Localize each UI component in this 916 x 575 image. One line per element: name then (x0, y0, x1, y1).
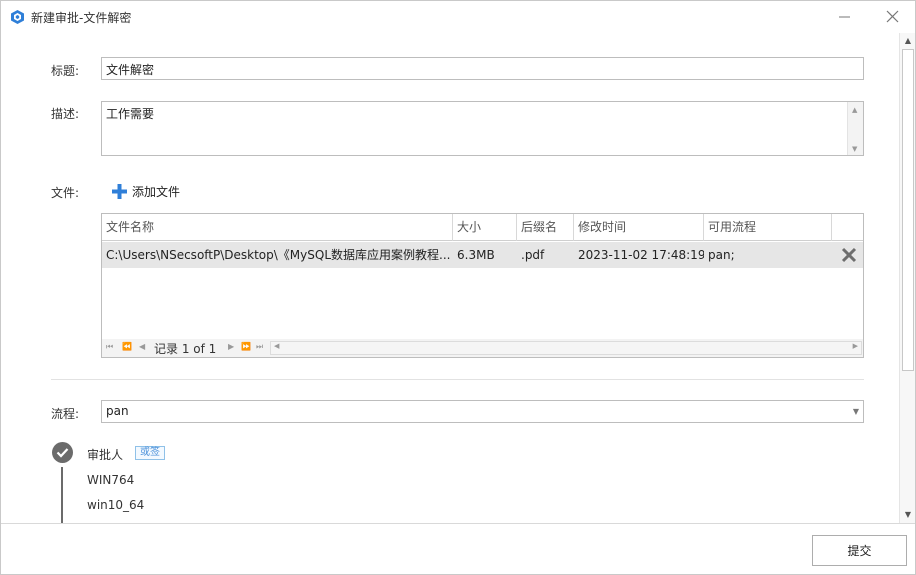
nav-next-icon[interactable]: ▶ (228, 342, 234, 351)
flow-select[interactable]: pan ▼ (101, 400, 864, 423)
app-logo-icon (11, 10, 24, 24)
chevron-down-icon[interactable]: ▼ (853, 407, 859, 416)
column-header-flow[interactable]: 可用流程 (704, 214, 832, 241)
vertical-scrollbar[interactable]: ▲ ▼ (899, 33, 915, 523)
column-header-name[interactable]: 文件名称 (102, 214, 453, 241)
nav-next-page-icon[interactable]: ⏩ (241, 342, 251, 351)
hscroll-left-icon[interactable]: ◀ (274, 342, 279, 350)
nav-last-icon[interactable]: ⏭ (256, 342, 263, 352)
nav-prev-icon[interactable]: ◀ (139, 342, 145, 351)
flow-label: 流程: (51, 407, 80, 421)
memo-scroll-up-icon[interactable]: ▲ (852, 106, 857, 114)
table-row[interactable]: C:\Users\NSecsoftP\Desktop\《MySQL数据库应用案例… (102, 242, 863, 268)
file-grid: 文件名称 大小 后缀名 修改时间 可用流程 C:\Users\NSecsoftP… (101, 213, 864, 358)
plus-icon (112, 183, 127, 199)
column-header-size[interactable]: 大小 (453, 214, 517, 241)
scroll-thumb[interactable] (902, 49, 914, 371)
title-label: 标题: (51, 64, 80, 78)
description-label: 描述: (51, 107, 80, 121)
scroll-up-arrow-icon[interactable]: ▲ (902, 34, 914, 48)
window-title: 新建审批-文件解密 (31, 11, 132, 25)
file-label: 文件: (51, 186, 80, 200)
add-file-button[interactable]: 添加文件 (111, 181, 180, 201)
approver-step-title: 审批人 (87, 448, 124, 462)
cell-file-name: C:\Users\NSecsoftP\Desktop\《MySQL数据库应用案例… (106, 248, 451, 262)
flow-select-value: pan (106, 404, 129, 418)
step-done-icon (52, 442, 73, 463)
section-divider (51, 379, 864, 380)
approver-item: win10_64 (87, 498, 145, 512)
nav-prev-page-icon[interactable]: ⏪ (122, 342, 132, 351)
grid-header: 文件名称 大小 后缀名 修改时间 可用流程 (102, 214, 863, 241)
approval-timeline (61, 467, 63, 524)
grid-navigator: ⏮ ⏪ ◀ 记录 1 of 1 ▶ ⏩ ⏭ ◀ ▶ (102, 339, 863, 357)
grid-horizontal-scrollbar[interactable]: ◀ ▶ (270, 341, 862, 355)
close-icon (886, 10, 899, 23)
close-button[interactable] (877, 5, 907, 29)
column-header-ext[interactable]: 后缀名 (517, 214, 574, 241)
description-scrollbar[interactable]: ▲ ▼ (847, 102, 863, 155)
check-icon (56, 448, 69, 458)
cell-file-ext: .pdf (521, 248, 545, 262)
hscroll-right-icon[interactable]: ▶ (853, 342, 858, 350)
approver-item: WIN764 (87, 473, 135, 487)
column-header-modified[interactable]: 修改时间 (574, 214, 704, 241)
description-textarea[interactable]: 工作需要 ▲ ▼ (101, 101, 864, 156)
approval-mode-badge: 或签 (135, 446, 165, 460)
minimize-button[interactable] (829, 5, 859, 29)
description-value: 工作需要 (106, 107, 155, 121)
nav-first-icon[interactable]: ⏮ (106, 342, 113, 352)
dialog-window: 新建审批-文件解密 ▲ ▼ 标题: 文件解密 描述: 工作需要 ▲ ▼ 文件: (0, 0, 916, 575)
footer-divider (1, 523, 915, 524)
cell-file-size: 6.3MB (457, 248, 495, 262)
cell-file-modified: 2023-11-02 17:48:19 (578, 248, 704, 262)
add-file-label: 添加文件 (132, 184, 181, 199)
record-counter: 记录 1 of 1 (154, 342, 217, 356)
cell-file-flow: pan; (708, 248, 735, 262)
scroll-down-arrow-icon[interactable]: ▼ (902, 508, 914, 522)
title-bar: 新建审批-文件解密 (1, 1, 915, 33)
delete-row-icon[interactable] (840, 246, 858, 264)
title-input-value: 文件解密 (106, 63, 155, 77)
memo-scroll-down-icon[interactable]: ▼ (852, 145, 857, 153)
title-input[interactable]: 文件解密 (101, 57, 864, 80)
minimize-icon (839, 16, 850, 18)
submit-button[interactable]: 提交 (812, 535, 907, 566)
